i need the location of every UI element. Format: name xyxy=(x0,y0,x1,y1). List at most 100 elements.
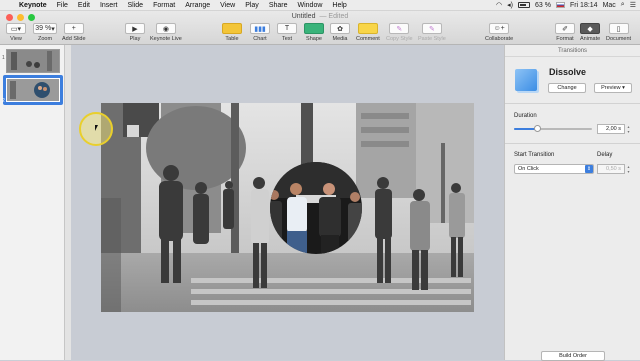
text-icon: T xyxy=(277,23,297,34)
play-icon: ▶ xyxy=(125,23,145,34)
table-label: Table xyxy=(225,36,239,42)
slide-thumbnail-image xyxy=(7,79,59,101)
view-icon: ▭▾ xyxy=(6,23,26,34)
text-button[interactable]: T Text xyxy=(277,23,297,42)
comment-button[interactable]: Comment xyxy=(356,23,380,42)
duration-slider-knob[interactable] xyxy=(533,125,541,132)
wifi-icon[interactable]: ◠ xyxy=(496,1,502,9)
start-transition-select[interactable]: On Click ⇕ xyxy=(514,164,594,174)
zoom-label: Zoom xyxy=(37,36,53,42)
collaborate-label: Collaborate xyxy=(485,36,514,42)
menu-edit[interactable]: Edit xyxy=(73,2,95,9)
menu-view[interactable]: View xyxy=(215,2,240,9)
add-slide-button[interactable]: + Add Slide xyxy=(62,23,86,42)
delay-field[interactable]: 0,50 s xyxy=(597,164,625,174)
view-label: View xyxy=(10,36,22,42)
menubar-clock[interactable]: Fri 18:14 xyxy=(570,2,598,9)
start-transition-value: On Click xyxy=(518,166,539,172)
paintbrush-icon: ✐ xyxy=(555,23,575,34)
slide-number: 1 xyxy=(2,55,5,61)
menu-file[interactable]: File xyxy=(52,2,73,9)
comment-icon xyxy=(357,23,378,34)
table-button[interactable]: Table xyxy=(222,23,242,42)
menu-play[interactable]: Play xyxy=(240,2,264,9)
chevron-down-icon: ▾ xyxy=(622,85,625,91)
play-button[interactable]: ▶ Play xyxy=(125,23,145,42)
chevron-updown-icon: ⇕ xyxy=(585,165,593,173)
slide-photo[interactable] xyxy=(101,103,474,312)
zoom-button[interactable]: 39 % ▾ Zoom xyxy=(33,23,57,42)
media-icon: ✿ xyxy=(330,23,350,34)
document-title: Untitled — Edited xyxy=(0,13,640,20)
zoom-select[interactable]: 39 % ▾ xyxy=(33,23,57,34)
animate-button[interactable]: ◆ Animate xyxy=(580,23,600,42)
keynote-live-label: Keynote Live xyxy=(150,36,182,42)
preview-button[interactable]: Preview ▾ xyxy=(594,83,632,93)
menu-format[interactable]: Format xyxy=(148,2,180,9)
duration-field[interactable]: 2,00 s xyxy=(597,124,625,134)
paste-style-icon: ✎ xyxy=(421,23,442,34)
menu-arrange[interactable]: Arrange xyxy=(180,2,215,9)
inspector-panel: Transitions Dissolve Change Preview ▾ Du… xyxy=(504,45,640,361)
keynote-live-button[interactable]: ◉ Keynote Live xyxy=(150,23,182,42)
duration-label: Duration xyxy=(514,113,537,119)
spotlight-icon[interactable]: ⌕ xyxy=(621,1,625,9)
shape-icon xyxy=(304,23,324,34)
duration-slider[interactable] xyxy=(514,125,592,132)
paste-style-button[interactable]: ✎ Paste Style xyxy=(418,23,446,42)
document-edited-status: — Edited xyxy=(319,13,349,20)
menubar-user[interactable]: Mac xyxy=(603,2,616,9)
start-transition-label: Start Transition xyxy=(514,152,555,158)
animate-icon: ◆ xyxy=(580,23,601,34)
document-icon: ▯ xyxy=(608,23,629,34)
duration-stepper[interactable]: ▴ ▾ xyxy=(626,124,631,134)
chart-label: Chart xyxy=(253,36,267,42)
slide-navigator: 1 2 xyxy=(0,45,65,360)
chart-button[interactable]: ▮▮▮ Chart xyxy=(250,23,270,42)
format-label: Format xyxy=(556,36,574,42)
view-button[interactable]: ▭▾ View xyxy=(6,23,26,42)
slide-canvas[interactable] xyxy=(71,45,504,360)
notification-center-icon[interactable]: ☰ xyxy=(630,1,636,9)
shape-label: Shape xyxy=(306,36,322,42)
plus-icon: + xyxy=(63,23,84,34)
battery-icon[interactable] xyxy=(517,2,530,8)
shape-button[interactable]: Shape xyxy=(304,23,324,42)
slide-number: 2 xyxy=(2,98,5,104)
copy-style-button[interactable]: ✎ Copy Style xyxy=(386,23,413,42)
slide-thumbnail-image xyxy=(7,50,59,72)
menu-window[interactable]: Window xyxy=(293,2,328,9)
media-button[interactable]: ✿ Media xyxy=(330,23,350,42)
slide-2[interactable] xyxy=(101,103,474,312)
text-label: Text xyxy=(281,36,293,42)
battery-percent: 63 % xyxy=(534,1,551,9)
menu-help[interactable]: Help xyxy=(327,2,351,9)
menu-share[interactable]: Share xyxy=(264,2,293,9)
add-slide-label: Add Slide xyxy=(62,36,86,42)
copy-style-icon: ✎ xyxy=(389,23,410,34)
input-source-flag-icon[interactable] xyxy=(555,2,565,8)
menu-bar: Keynote File Edit Insert Slide Format Ar… xyxy=(0,0,640,11)
document-name[interactable]: Untitled xyxy=(292,13,316,20)
menu-slide[interactable]: Slide xyxy=(122,2,148,9)
menu-insert[interactable]: Insert xyxy=(95,2,123,9)
format-button[interactable]: ✐ Format xyxy=(555,23,575,42)
media-label: Media xyxy=(332,36,348,42)
table-icon xyxy=(222,23,242,34)
inspector-divider xyxy=(505,103,640,104)
transition-effect-name: Dissolve xyxy=(549,67,587,77)
slide-thumbnail-2[interactable] xyxy=(6,78,60,102)
document-label: Document xyxy=(606,36,632,42)
collaborate-button[interactable]: ☺+ Collaborate xyxy=(485,23,513,42)
paste-style-label: Paste Style xyxy=(418,36,446,42)
copy-style-label: Copy Style xyxy=(386,36,413,42)
delay-stepper[interactable]: ▴ ▾ xyxy=(626,164,631,174)
slide-thumbnail-1[interactable] xyxy=(6,49,60,73)
menu-app-name[interactable]: Keynote xyxy=(14,2,52,9)
change-button[interactable]: Change xyxy=(548,83,586,93)
play-label: Play xyxy=(129,36,141,42)
volume-icon[interactable]: ◂) xyxy=(507,1,513,9)
animate-label: Animate xyxy=(580,36,601,42)
document-button[interactable]: ▯ Document xyxy=(606,23,631,42)
status-area: ◠ ◂) 63 % Fri 18:14 Mac ⌕ ☰ xyxy=(496,1,636,9)
